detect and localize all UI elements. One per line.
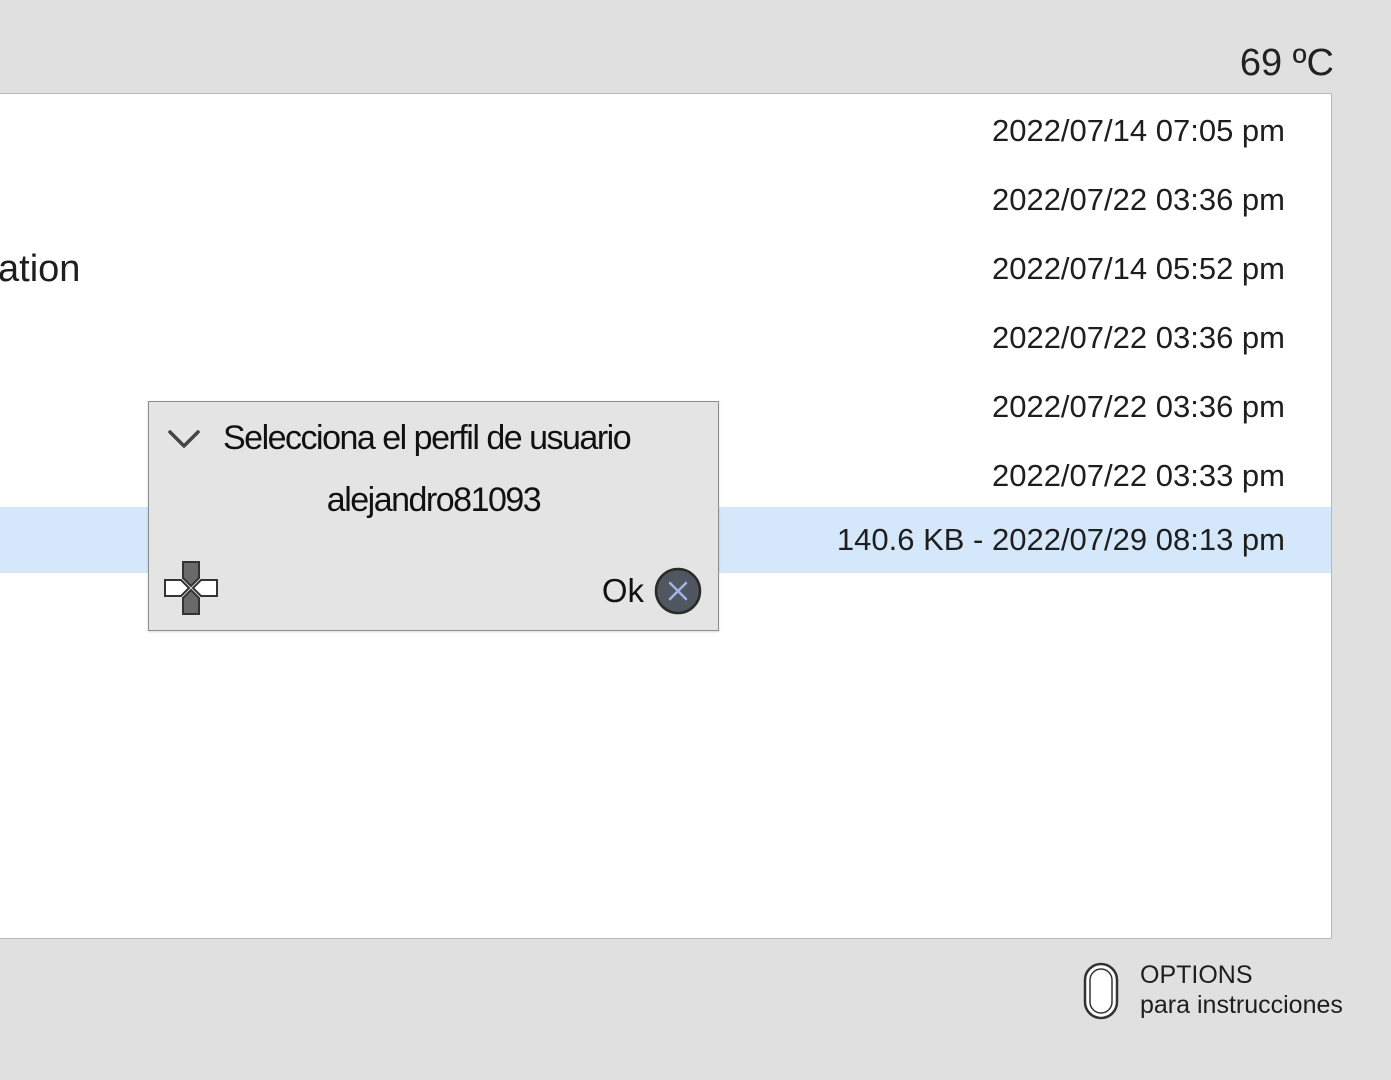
ok-label: Ok	[601, 572, 644, 609]
list-item-info: 2022/07/22 03:36 pm	[991, 182, 1285, 217]
list-item[interactable]: ation 2022/07/14 05:52 pm	[0, 236, 1331, 302]
options-label: OPTIONS	[1140, 961, 1253, 989]
user-profile-dialog: Selecciona el perfil de usuario alejandr…	[148, 401, 719, 631]
list-item-info: 2022/07/14 07:05 pm	[991, 113, 1285, 148]
chevron-down-icon[interactable]	[167, 424, 201, 454]
cross-button-icon	[654, 567, 702, 615]
list-item[interactable]: 2022/07/22 03:36 pm	[0, 167, 1331, 233]
options-hint-text: para instrucciones	[1140, 991, 1343, 1019]
list-item[interactable]: 2022/07/14 07:05 pm	[0, 98, 1331, 164]
list-item-info: 2022/07/22 03:36 pm	[991, 389, 1285, 424]
list-item-info: 2022/07/14 05:52 pm	[991, 251, 1285, 286]
list-item-title: ation	[0, 248, 81, 290]
temperature-readout: 69 ºC	[1239, 42, 1334, 84]
dpad-icon	[163, 560, 219, 616]
list-item-info: 2022/07/22 03:36 pm	[991, 320, 1285, 355]
touchpad-button-icon	[1083, 962, 1119, 1020]
profile-name[interactable]: alejandro81093	[149, 478, 718, 522]
ok-button[interactable]: Ok	[602, 567, 702, 615]
list-item-info: 2022/07/22 03:33 pm	[991, 458, 1285, 493]
list-item-info: 140.6 KB - 2022/07/29 08:13 pm	[836, 522, 1285, 557]
list-item[interactable]: 2022/07/22 03:36 pm	[0, 305, 1331, 371]
dialog-heading: Selecciona el perfil de usuario	[223, 419, 632, 457]
